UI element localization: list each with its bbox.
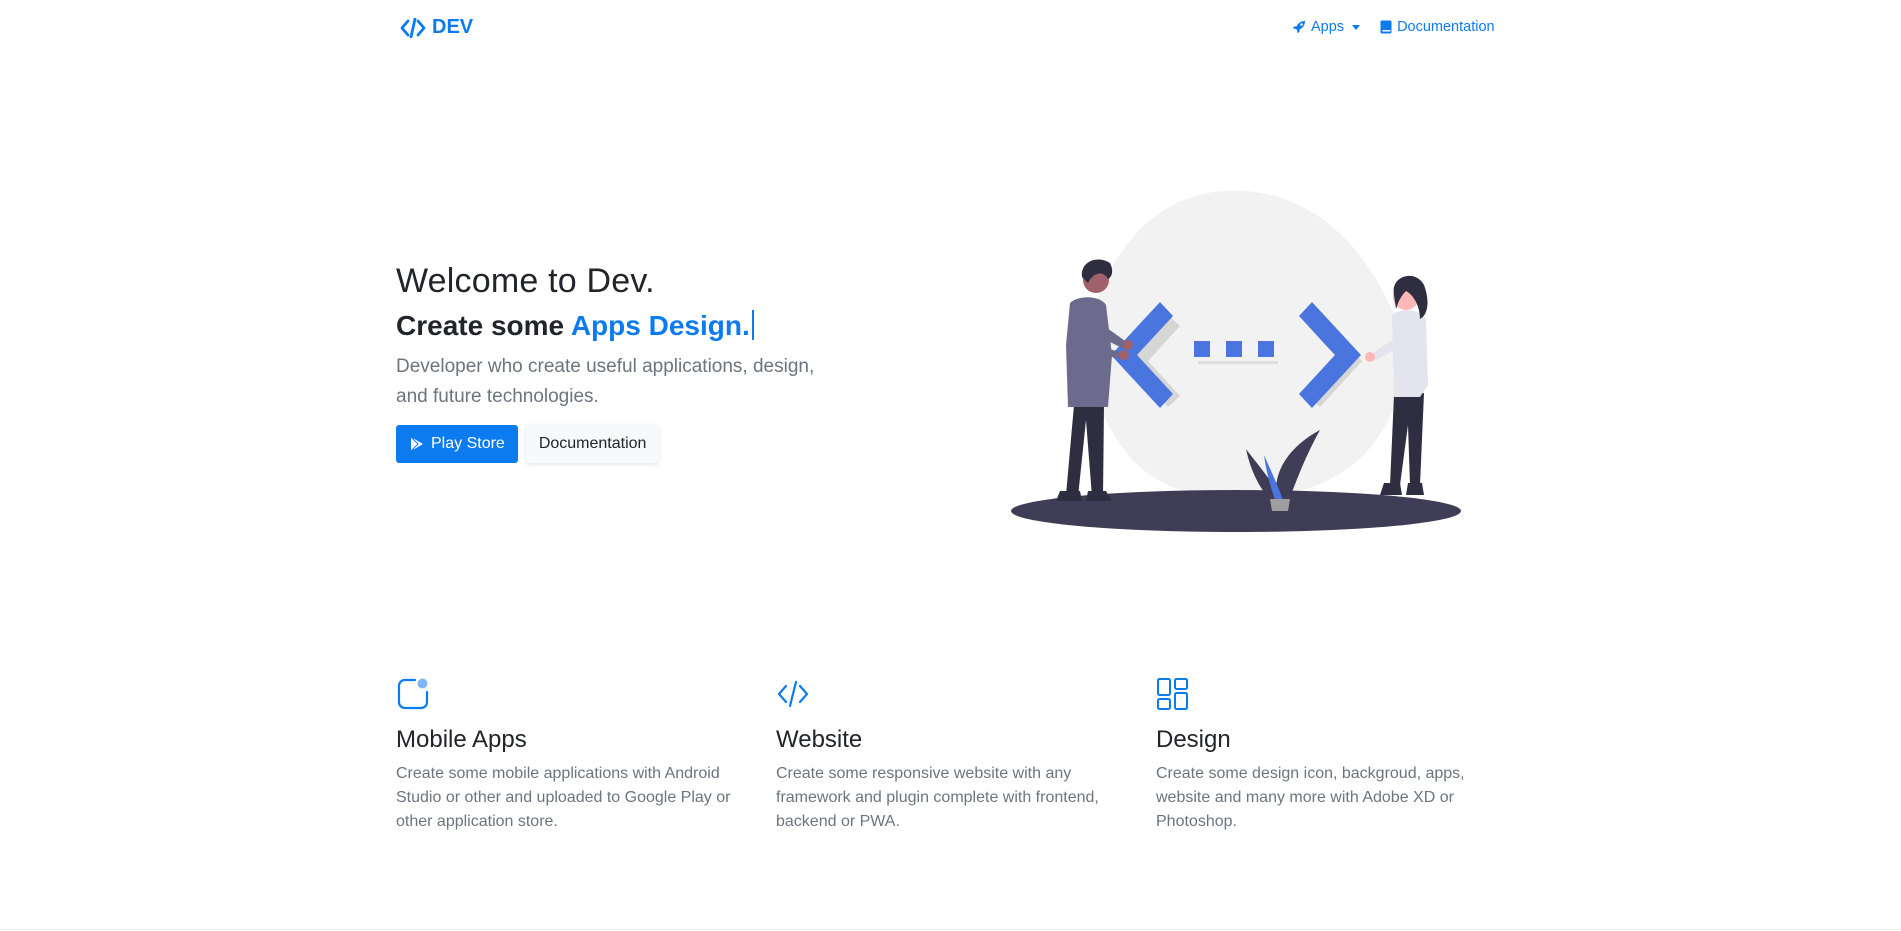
ellipsis-dot xyxy=(1226,341,1242,357)
hero-description: Developer who create useful applications… xyxy=(396,356,815,407)
nav-links: Apps Documentation xyxy=(1292,19,1495,35)
navbar: DEV Apps Documentation xyxy=(0,0,1901,58)
brand-name: DEV xyxy=(432,16,474,38)
feature-description: Create some mobile applications with And… xyxy=(396,765,731,830)
play-icon xyxy=(410,436,423,452)
feature-design: Design Create some design icon, backgrou… xyxy=(1156,676,1501,830)
code-icon xyxy=(400,17,426,38)
feature-title: Website xyxy=(776,726,863,753)
play-store-label: Play Store xyxy=(431,435,505,452)
book-icon xyxy=(1380,20,1392,34)
feature-description: Create some responsive website with any … xyxy=(776,765,1099,830)
feature-description: Create some design icon, backgroud, apps… xyxy=(1156,765,1465,830)
apps-label: Apps xyxy=(1311,19,1345,35)
feature-title: Design xyxy=(1156,726,1231,753)
brand-logo[interactable]: DEV xyxy=(400,16,473,39)
hero-subtitle: Create some Apps Design. xyxy=(396,310,754,342)
layout-grid-icon xyxy=(1157,678,1188,710)
documentation-label: Documentation xyxy=(1397,19,1495,35)
mobile-app-icon xyxy=(397,678,429,710)
ellipsis-dot xyxy=(1194,341,1210,357)
hero-title: Welcome to Dev. xyxy=(396,262,655,300)
nav-documentation-link[interactable]: Documentation xyxy=(1380,19,1495,35)
hero-buttons: Play Store Documentation xyxy=(396,425,660,463)
hero-subtitle-accent: Apps Design. xyxy=(570,310,750,341)
ellipsis-shadow xyxy=(1198,361,1278,364)
ellipsis-dot xyxy=(1258,341,1274,357)
apps-dropdown[interactable]: Apps xyxy=(1292,19,1361,35)
caret-down-icon xyxy=(1352,24,1361,30)
footer-divider xyxy=(0,929,1901,930)
typing-cursor xyxy=(751,310,754,340)
feature-website: Website Create some responsive website w… xyxy=(776,676,1121,830)
code-icon xyxy=(777,680,809,708)
play-store-button[interactable]: Play Store xyxy=(396,425,518,463)
feature-mobile-apps: Mobile Apps Create some mobile applicati… xyxy=(396,676,741,830)
hero-subtitle-prefix: Create some xyxy=(396,310,571,341)
feature-title: Mobile Apps xyxy=(396,726,527,753)
documentation-button[interactable]: Documentation xyxy=(525,425,660,463)
hero-illustration xyxy=(1011,190,1461,532)
rocket-icon xyxy=(1293,21,1305,33)
